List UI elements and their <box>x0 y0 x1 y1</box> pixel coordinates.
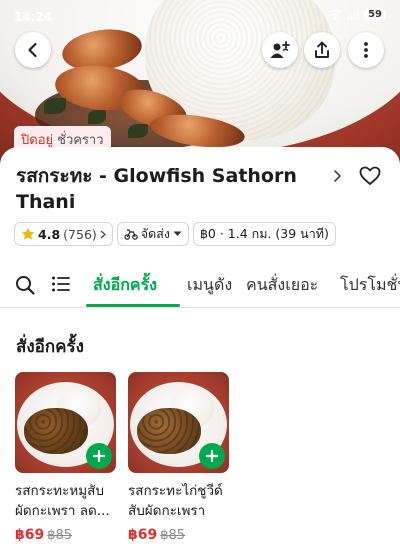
search-icon[interactable] <box>14 274 36 296</box>
star-icon <box>21 227 35 240</box>
menu-item-old-price: ฿85 <box>47 528 73 543</box>
wifi-icon <box>328 9 342 20</box>
delivery-info-chip: ฿0 · 1.4 กม. (39 นาที) <box>192 222 336 246</box>
tab-promotions[interactable]: โปรโมชั่น <box>340 273 400 298</box>
delivery-mode-label: จัดส่ง <box>140 226 170 241</box>
status-icons: 59 <box>328 8 386 21</box>
back-arrow-icon <box>28 42 37 58</box>
review-count: (756) <box>63 226 97 242</box>
add-to-cart-button[interactable] <box>86 443 112 469</box>
status-time: 14:24 <box>14 10 53 24</box>
delivery-mode-selector[interactable]: จัดส่ง <box>116 222 189 246</box>
category-tabs: สั่งอีกครั้ง เมนูดัง คนสั่งเยอะ โปรโมชั่… <box>0 262 400 308</box>
menu-item-price: ฿69 <box>128 527 158 543</box>
favorite-heart-icon[interactable] <box>359 166 381 186</box>
stir-fry <box>137 408 201 454</box>
store-info-sheet: รสกระทะ - Glowfish Sathorn Thani 4.8 (75… <box>0 147 400 557</box>
menu-item-name: รสกระทะหมูสับผัดกะเพรา ลด... <box>15 483 110 519</box>
store-meta-row: 4.8 (756) จัดส่ง ฿0 · 1.4 กม. (39 นาที) <box>14 222 336 246</box>
share-icon <box>315 41 329 58</box>
back-button[interactable] <box>15 32 51 68</box>
basil <box>44 98 66 114</box>
menu-item-image <box>128 372 229 473</box>
more-vertical-icon <box>364 42 368 58</box>
chevron-right-icon <box>100 230 106 238</box>
share-button[interactable] <box>304 32 340 68</box>
status-bar: 14:24 59 <box>0 0 400 30</box>
menu-item-card[interactable]: รสกระทะหมูสับผัดกะเพรา ลด... ฿69 ฿85 <box>15 372 116 543</box>
add-friend-icon <box>270 41 290 58</box>
chevron-down-icon <box>173 231 182 236</box>
tab-popular-menu[interactable]: เมนูดัง <box>187 273 232 298</box>
menu-item-price: ฿69 <box>15 527 45 543</box>
rating-chip[interactable]: 4.8 (756) <box>14 222 113 246</box>
add-to-cart-button[interactable] <box>199 443 225 469</box>
section-title: สั่งอีกครั้ง <box>16 337 84 357</box>
menu-item-card[interactable]: รสกระทะไก่ชูวีด์สับผัดกะเพรา ล... ฿69 ฿8… <box>128 372 229 543</box>
list-icon[interactable] <box>51 274 71 294</box>
menu-item-image <box>15 372 116 473</box>
price-row: ฿69 ฿85 <box>128 527 229 543</box>
signal-icon <box>347 9 359 20</box>
price-row: ฿69 ฿85 <box>15 527 116 543</box>
rating-value: 4.8 <box>38 226 61 242</box>
store-page: 14:24 59 ปิดอยู่ ชั่วคราว รสกระทะ - Glow… <box>0 0 400 557</box>
plus-icon <box>93 450 105 462</box>
basil <box>88 110 106 124</box>
group-order-button[interactable] <box>262 32 298 68</box>
stir-fry <box>24 408 88 454</box>
plus-icon <box>206 450 218 462</box>
basil <box>128 124 148 138</box>
menu-item-old-price: ฿85 <box>160 528 186 543</box>
active-tab-indicator <box>86 304 180 307</box>
tab-most-ordered[interactable]: คนสั่งเยอะ <box>246 273 318 298</box>
battery-level: 59 <box>364 8 386 21</box>
store-name: รสกระทะ - Glowfish Sathorn Thani <box>16 165 297 213</box>
more-options-button[interactable] <box>348 32 384 68</box>
tab-order-again[interactable]: สั่งอีกครั้ง <box>93 273 157 298</box>
delivery-icon <box>124 229 138 240</box>
delivery-info: ฿0 · 1.4 กม. (39 นาที) <box>199 226 329 241</box>
menu-item-name: รสกระทะไก่ชูวีด์สับผัดกะเพรา ล... <box>128 483 223 519</box>
store-details-chevron-icon[interactable] <box>332 169 342 183</box>
